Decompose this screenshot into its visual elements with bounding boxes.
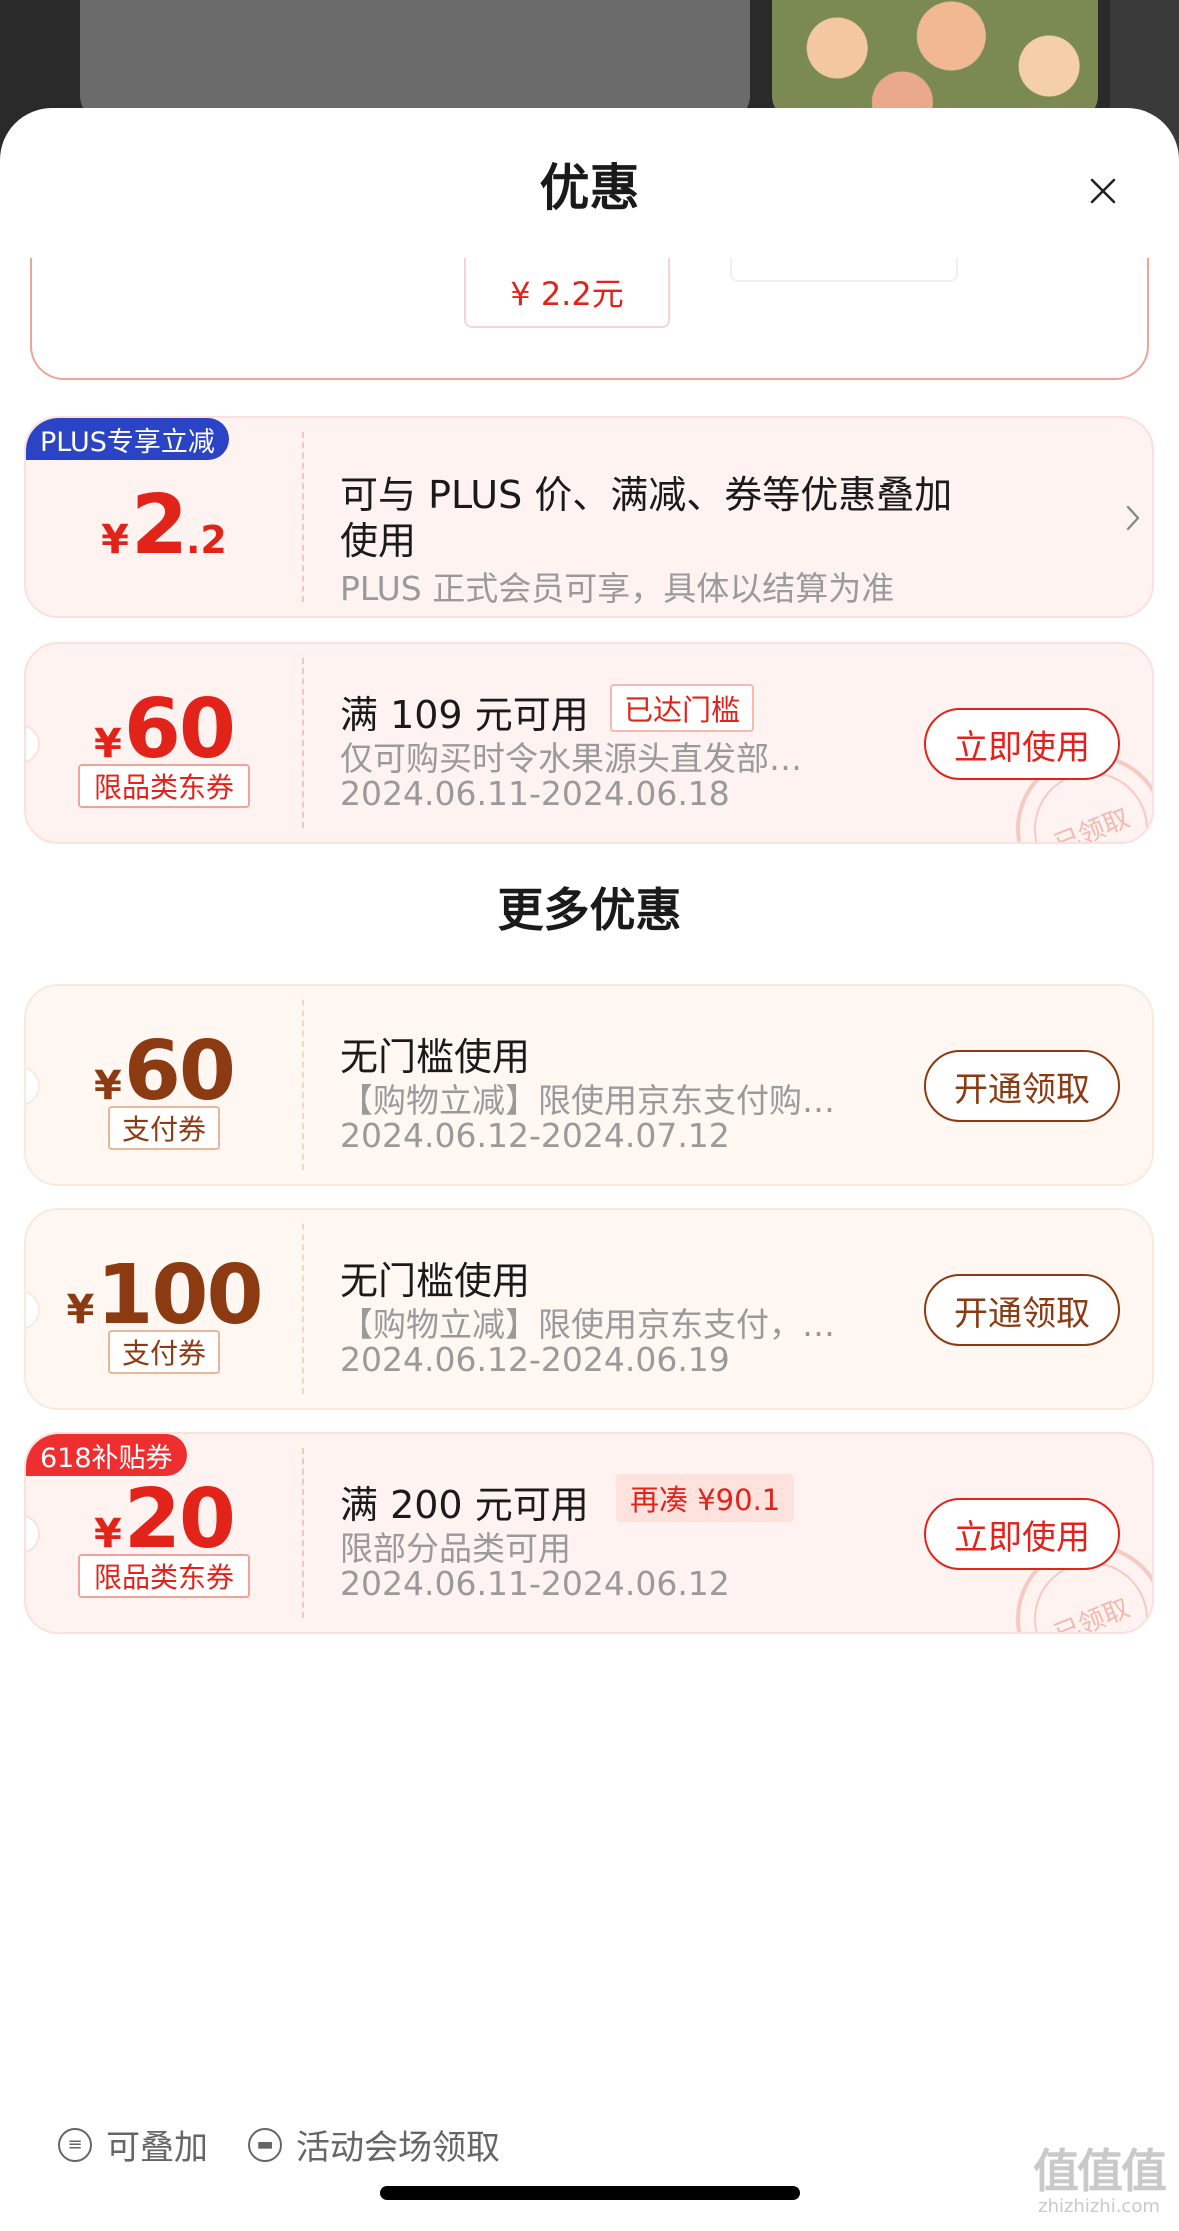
divider	[302, 1448, 304, 1618]
plus-title-line1: 可与 PLUS 价、满减、券等优惠叠加	[340, 473, 953, 517]
coupon-date: 2024.06.12-2024.07.12	[340, 1116, 730, 1155]
watermark-url: zhizhizhi.com	[1038, 2196, 1160, 2217]
legend-stackable-label: 可叠加	[106, 2128, 208, 2168]
amount-value: 100	[96, 1248, 263, 1343]
plus-amount: ¥2.2	[26, 478, 302, 573]
currency-symbol: ¥	[94, 1063, 122, 1109]
activate-claim-button[interactable]: 开通领取	[924, 1050, 1120, 1122]
coupon-title: 无门槛使用	[340, 1259, 531, 1303]
coupon-amount: ¥60	[26, 1024, 302, 1119]
coupon-title: 无门槛使用	[340, 1035, 531, 1079]
plus-discount-card[interactable]: PLUS专享立减 ¥2.2 可与 PLUS 价、满减、券等优惠叠加 使用 PLU…	[24, 416, 1154, 618]
amount-decimal: .2	[186, 518, 227, 562]
legend-venue: ▬ 活动会场领取	[248, 2120, 500, 2169]
stack-icon: ≡	[58, 2127, 92, 2162]
subsidy-badge: 618补贴券	[26, 1434, 187, 1476]
coupon-kind-tag: 限品类东券	[78, 1554, 250, 1598]
close-button[interactable]	[1080, 168, 1126, 214]
chevron-right-icon[interactable]	[1122, 498, 1144, 538]
background-product-image	[772, 0, 1098, 120]
ticket-icon: ▬	[248, 2127, 282, 2162]
watermark: 值值值 zhizhizhi.com	[1024, 2148, 1174, 2217]
partial-chip[interactable]	[730, 258, 958, 282]
coupon-kind-tag: 限品类东券	[78, 764, 250, 808]
use-now-button[interactable]: 立即使用	[924, 708, 1120, 780]
coupon-amount: ¥60	[26, 682, 302, 777]
legend-stackable: ≡ 可叠加	[58, 2120, 208, 2169]
coupon-description: 限部分品类可用	[340, 1529, 571, 1568]
more-offers-title: 更多优惠	[497, 883, 682, 937]
sheet-title: 优惠	[539, 159, 640, 217]
watermark-logo: 值值值	[1033, 2144, 1167, 2198]
plus-description: PLUS 正式会员可享，具体以结算为准	[340, 569, 895, 608]
coupon-date: 2024.06.11-2024.06.12	[340, 1564, 730, 1603]
coupon-title: 满 200 元可用	[340, 1483, 589, 1527]
divider	[302, 1000, 304, 1170]
legend-bar: ≡ 可叠加 ▬ 活动会场领取	[0, 2112, 1179, 2192]
coupon-title: 满 109 元可用	[340, 693, 589, 737]
divider	[302, 1224, 304, 1394]
partial-card: ¥ 2.2元	[30, 258, 1149, 380]
amount-value: 60	[123, 1024, 236, 1119]
coupon-card: ¥60 支付券 无门槛使用 【购物立减】限使用京东支付购… 2024.06.12…	[24, 984, 1154, 1186]
coupon-amount: ¥100	[26, 1248, 302, 1343]
divider	[302, 432, 304, 602]
use-now-button[interactable]: 立即使用	[924, 1498, 1120, 1570]
discount-sheet: 优惠 ¥ 2.2元 PLUS专享立减 ¥2.2 可与 PLUS 价、满减、券等优…	[0, 108, 1179, 2231]
coupon-card: ¥100 支付券 无门槛使用 【购物立减】限使用京东支付，… 2024.06.1…	[24, 1208, 1154, 1410]
currency-symbol: ¥	[101, 517, 129, 563]
discount-list[interactable]: ¥ 2.2元 PLUS专享立减 ¥2.2 可与 PLUS 价、满减、券等优惠叠加…	[0, 258, 1179, 2231]
activate-claim-button[interactable]: 开通领取	[924, 1274, 1120, 1346]
coupon-date: 2024.06.12-2024.06.19	[340, 1340, 730, 1379]
coupon-kind-tag: 支付券	[108, 1330, 220, 1374]
currency-symbol: ¥	[94, 721, 122, 767]
threshold-status: 已达门槛	[610, 684, 755, 732]
plus-badge: PLUS专享立减	[26, 418, 229, 460]
home-indicator[interactable]	[380, 2186, 800, 2200]
background-card	[80, 0, 750, 120]
coupon-description: 【购物立减】限使用京东支付，…	[340, 1305, 835, 1344]
coupon-kind-tag: 支付券	[108, 1106, 220, 1150]
currency-symbol: ¥	[94, 1511, 122, 1557]
threshold-status: 再凑 ¥90.1	[616, 1474, 795, 1522]
coupon-description: 仅可购买时令水果源头直发部…	[340, 739, 802, 778]
coupon-description: 【购物立减】限使用京东支付购…	[340, 1081, 835, 1120]
coupon-card: 618补贴券 ¥20 限品类东券 满 200 元可用 再凑 ¥90.1 限部分品…	[24, 1432, 1154, 1634]
partial-price-chip[interactable]: ¥ 2.2元	[464, 258, 670, 328]
plus-title-line2: 使用	[340, 519, 417, 563]
divider	[302, 658, 304, 828]
coupon-date: 2024.06.11-2024.06.18	[340, 774, 730, 813]
legend-venue-label: 活动会场领取	[296, 2128, 500, 2168]
coupon-amount: ¥20	[26, 1472, 302, 1567]
close-icon	[1090, 178, 1116, 204]
coupon-card: ¥60 限品类东券 满 109 元可用 已达门槛 仅可购买时令水果源头直发部… …	[24, 642, 1154, 844]
amount-value: 60	[123, 682, 236, 777]
amount-value: 20	[123, 1472, 236, 1567]
currency-symbol: ¥	[66, 1287, 95, 1333]
amount-integer: 2	[130, 478, 188, 573]
